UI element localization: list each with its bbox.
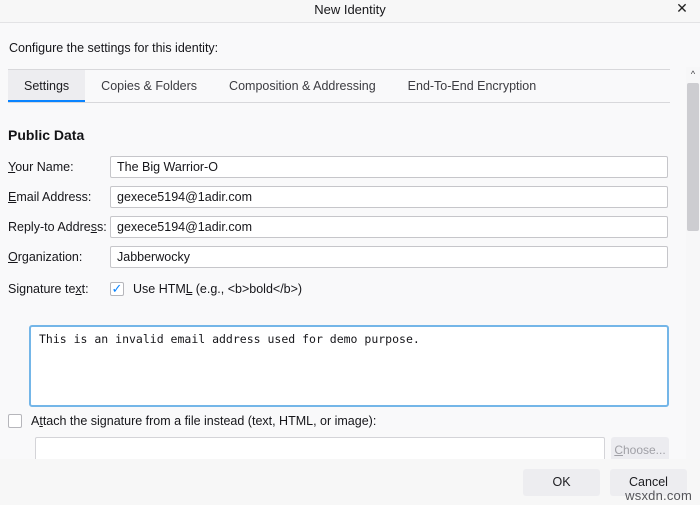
label-reply-to-address: Reply-to Address: [8, 220, 110, 234]
tab-copies-folders[interactable]: Copies & Folders [85, 70, 213, 102]
use-html-checkbox-label: Use HTML (e.g., <b>bold</b>) [133, 282, 302, 296]
choose-button-accesskey: C [614, 443, 623, 457]
tab-end-to-end-encryption[interactable]: End-To-End Encryption [392, 70, 553, 102]
field-row-signature-text: Signature text: ✓ Use HTML (e.g., <b>bol… [8, 278, 668, 300]
choose-file-button[interactable]: Choose... [611, 437, 669, 459]
dialog-title: New Identity [314, 1, 386, 17]
dialog-footer: OK Cancel [0, 459, 700, 505]
label-your-name-text: our Name: [15, 160, 74, 174]
checkmark-icon: ✓ [111, 280, 123, 296]
label-organization: Organization: [8, 250, 110, 264]
intro-text: Configure the settings for this identity… [9, 41, 219, 55]
section-title-public-data: Public Data [8, 127, 85, 143]
attach-signature-label: Attach the signature from a file instead… [31, 414, 376, 428]
choose-button-label: hoose... [622, 443, 666, 457]
field-row-your-name: Your Name: [8, 156, 668, 178]
field-row-reply-to-address: Reply-to Address: [8, 216, 668, 238]
label-email-address-text: mail Address: [16, 190, 92, 204]
label-signature-text: Signature text: [8, 282, 110, 296]
dialog-content: Configure the settings for this identity… [0, 23, 700, 459]
close-icon[interactable]: ✕ [668, 0, 696, 19]
attach-signature-row: Attach the signature from a file instead… [8, 414, 376, 428]
scroll-up-arrow-icon[interactable]: ^ [686, 67, 700, 81]
scrollbar-thumb[interactable] [687, 83, 699, 231]
email-address-input[interactable] [110, 186, 668, 208]
tab-composition-addressing-label: Composition & Addressing [229, 79, 376, 93]
ok-button[interactable]: OK [523, 468, 600, 496]
use-html-label-post: (e.g., <b>bold</b>) [192, 282, 303, 296]
tab-composition-addressing[interactable]: Composition & Addressing [213, 70, 392, 102]
field-row-email-address: Email Address: [8, 186, 668, 208]
use-html-label-pre: Use HTM [133, 282, 186, 296]
cancel-button[interactable]: Cancel [610, 468, 687, 496]
label-organization-text: rganization: [17, 250, 83, 264]
tab-end-to-end-encryption-label: End-To-End Encryption [407, 79, 537, 93]
signature-file-input[interactable] [35, 437, 605, 459]
use-html-checkbox[interactable]: ✓ [110, 282, 124, 296]
label-your-name: Your Name: [8, 160, 110, 174]
tab-copies-folders-label: Copies & Folders [101, 79, 198, 93]
tab-strip: Settings Copies & Folders Composition & … [8, 69, 670, 103]
organization-input[interactable] [110, 246, 668, 268]
your-name-input[interactable] [110, 156, 668, 178]
label-organization-accesskey: O [8, 250, 18, 264]
reply-to-address-input[interactable] [110, 216, 668, 238]
signature-textarea[interactable]: This is an invalid email address used fo… [29, 325, 669, 407]
field-row-organization: Organization: [8, 246, 668, 268]
label-reply-to-address-text: s: [96, 220, 107, 234]
signature-file-row: Choose... [35, 437, 669, 459]
attach-label-post: tach the signature from a file instead (… [42, 414, 377, 428]
label-signature-text-pre: Signature te [8, 282, 76, 296]
tab-settings[interactable]: Settings [8, 70, 86, 102]
label-reply-to-address-pre: Reply-to Addre [8, 220, 91, 234]
label-signature-text-post: t: [81, 282, 89, 296]
title-bar: New Identity ✕ [0, 0, 700, 22]
vertical-scrollbar[interactable]: ^ ⌄ [686, 67, 700, 459]
label-email-address: Email Address: [8, 190, 110, 204]
tab-settings-label: Settings [24, 79, 70, 93]
new-identity-dialog: New Identity ✕ Configure the settings fo… [0, 0, 700, 505]
attach-signature-checkbox[interactable] [8, 414, 22, 428]
